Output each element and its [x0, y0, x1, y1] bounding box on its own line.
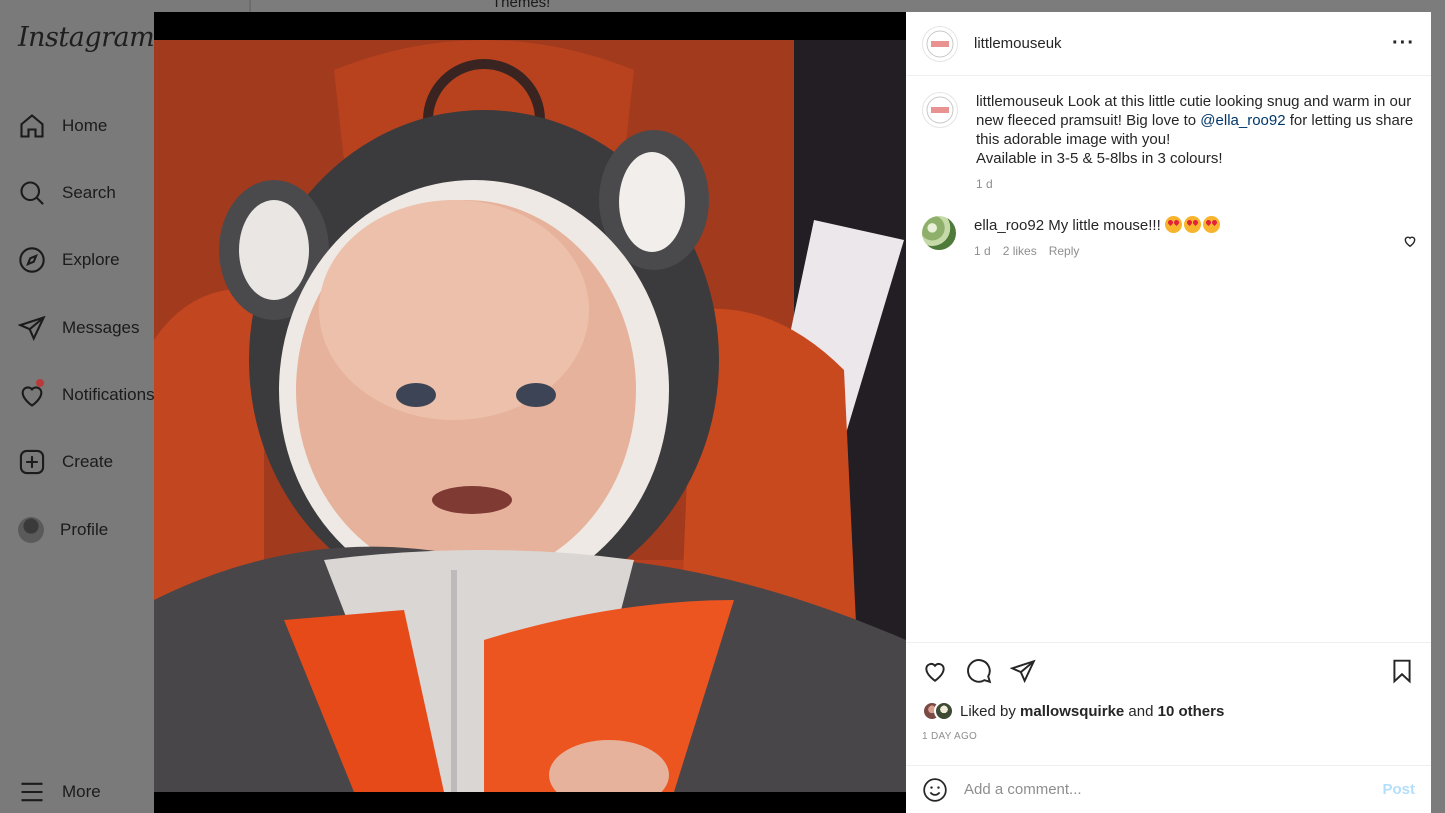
caption-time[interactable]: 1 d	[976, 175, 993, 194]
comment-time[interactable]: 1 d	[974, 242, 991, 261]
compass-icon	[19, 247, 45, 273]
sidebar-item-more[interactable]: More	[18, 772, 101, 812]
comment-bubble-icon[interactable]	[966, 658, 992, 684]
likes-prefix: Liked by	[960, 702, 1021, 720]
bookmark-icon[interactable]	[1389, 658, 1415, 684]
sidebar-item-label: Notifications	[62, 385, 155, 404]
comment-composer: Post	[906, 765, 1431, 813]
more-options-icon[interactable]: ···	[1392, 32, 1415, 55]
post-media[interactable]	[154, 12, 906, 813]
instagram-logo[interactable]: Instagram	[18, 22, 155, 53]
home-icon	[20, 114, 44, 138]
post-timestamp[interactable]: 1 DAY AGO	[922, 731, 1415, 742]
comment-likes[interactable]: 2 likes	[1003, 242, 1037, 261]
author-avatar[interactable]	[922, 25, 958, 62]
post-caption: littlemouseuk Look at this little cutie …	[906, 76, 1431, 194]
heart-eyes-emoji-icon	[1164, 216, 1182, 233]
sidebar-item-label: Home	[62, 116, 108, 135]
avatar	[18, 517, 44, 543]
post-actions: Liked by mallowsquirke and 10 others 1 D…	[906, 642, 1431, 742]
notification-badge	[36, 379, 44, 387]
heart-eyes-emoji-icon	[1202, 216, 1220, 233]
likes-middle: and	[1124, 702, 1158, 720]
send-icon	[18, 315, 46, 342]
sidebar-item-search[interactable]: Search	[18, 173, 116, 213]
post-details-panel: littlemouseuk ··· littlemouseuk Look at …	[906, 12, 1431, 813]
likes-others[interactable]: 10 others	[1158, 703, 1225, 720]
likes-summary: Liked by mallowsquirke and 10 others	[922, 701, 1415, 721]
post-comment-button[interactable]: Post	[1382, 781, 1415, 798]
sidebar-item-profile[interactable]: Profile	[18, 510, 108, 550]
comment: ella_roo92 My little mouse!!! 1 d 2 like…	[906, 194, 1431, 261]
liker-avatar[interactable]	[934, 701, 954, 721]
comment-like-icon[interactable]	[1403, 234, 1417, 248]
caption-username[interactable]: littlemouseuk	[976, 93, 1064, 110]
sidebar-item-label: Profile	[60, 520, 109, 539]
sidebar-item-label: Messages	[62, 318, 140, 337]
sidebar-item-label: Explore	[62, 250, 120, 269]
sidebar-item-label: Search	[62, 183, 116, 202]
emoji-smiley-icon[interactable]	[922, 777, 948, 803]
author-username[interactable]: littlemouseuk	[974, 35, 1062, 52]
likes-user[interactable]: mallowsquirke	[1020, 703, 1124, 720]
brand-logo-icon	[926, 96, 954, 124]
sidebar-item-label: Create	[62, 452, 114, 471]
hamburger-icon	[21, 782, 43, 802]
sidebar-item-home[interactable]: Home	[18, 106, 107, 146]
comment-reply-button[interactable]: Reply	[1049, 242, 1080, 261]
commenter-avatar[interactable]	[922, 216, 956, 250]
search-icon	[20, 181, 44, 205]
plus-square-icon	[19, 449, 45, 475]
share-send-icon[interactable]	[1010, 658, 1036, 684]
sidebar-item-label: More	[62, 782, 101, 801]
post-header: littlemouseuk ···	[906, 12, 1431, 76]
comment-username[interactable]: ella_roo92	[974, 217, 1044, 234]
sidebar-item-notifications[interactable]: Notifications	[18, 375, 155, 415]
comment-input[interactable]	[964, 781, 1383, 798]
comment-body: ella_roo92 My little mouse!!! 1 d 2 like…	[974, 216, 1222, 261]
comment-text: My little mouse!!!	[1048, 217, 1161, 234]
background-heading: Themes!	[492, 0, 551, 11]
caption-text-block: littlemouseuk Look at this little cutie …	[976, 92, 1415, 194]
caption-mention[interactable]: @ella_roo92	[1200, 112, 1285, 129]
sidebar-item-explore[interactable]: Explore	[18, 240, 120, 280]
caption-avatar[interactable]	[922, 92, 958, 128]
caption-line2: Available in 3-5 & 5-8lbs in 3 colours!	[976, 150, 1223, 167]
like-heart-icon[interactable]	[922, 658, 948, 684]
post-photo	[154, 40, 906, 792]
heart-eyes-emoji-icon	[1183, 216, 1201, 233]
brand-logo-icon	[926, 30, 954, 57]
sidebar-item-messages[interactable]: Messages	[18, 308, 139, 348]
sidebar-item-create[interactable]: Create	[18, 442, 113, 482]
